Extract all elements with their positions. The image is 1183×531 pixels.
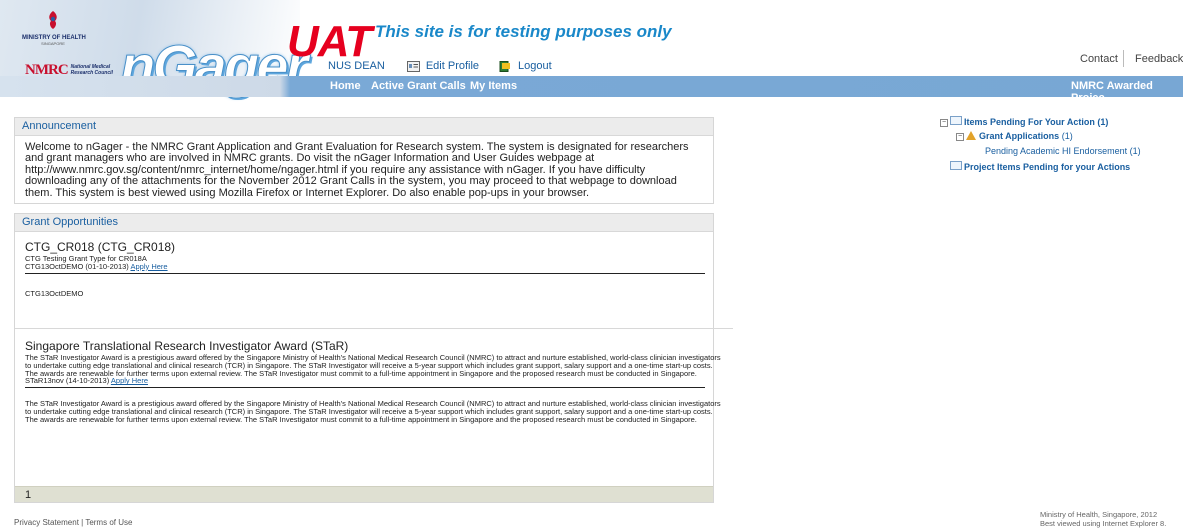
- footer-links: Privacy Statement | Terms of Use: [14, 518, 132, 527]
- warning-folder-icon: [966, 131, 976, 140]
- project-items-label[interactable]: Project Items Pending for your Actions: [964, 162, 1130, 172]
- nav-home[interactable]: Home: [330, 80, 361, 92]
- grant-title: Singapore Translational Research Investi…: [25, 339, 349, 353]
- footer-info: Ministry of Health, Singapore, 2012 Best…: [1040, 510, 1167, 528]
- pagination: 1: [15, 486, 713, 502]
- announcement-title: Announcement: [15, 118, 713, 136]
- announcement-body: Welcome to nGager - the NMRC Grant Appli…: [25, 141, 689, 199]
- announcement-panel: Announcement Welcome to nGager - the NMR…: [14, 117, 714, 204]
- terms-of-use-link[interactable]: Terms of Use: [85, 518, 132, 527]
- uat-note: This site is for testing purposes only: [375, 22, 672, 41]
- grant-item: Singapore Translational Research Investi…: [15, 328, 733, 487]
- envelope-icon: [950, 116, 962, 125]
- contact-link[interactable]: Contact: [1080, 53, 1118, 65]
- best-viewed-text: Best viewed using Internet Explorer 8.: [1040, 518, 1167, 528]
- pending-endorsement-label[interactable]: Pending Academic HI Endorsement (1): [985, 146, 1141, 156]
- envelope-icon: [950, 161, 962, 170]
- grant-call: CTG13OctDEMO (01-10-2013): [25, 261, 129, 271]
- moh-emblem-icon: [49, 11, 57, 29]
- edit-profile-link[interactable]: Edit Profile: [426, 60, 479, 72]
- divider: [25, 387, 705, 389]
- grant-item: CTG_CR018 (CTG_CR018) CTG Testing Grant …: [15, 232, 733, 340]
- user-bar: NUS DEAN Edit Profile Logout: [328, 60, 552, 72]
- nav-nmrc-awarded-projects[interactable]: NMRC Awarded Projec: [1071, 80, 1183, 104]
- grant-opportunities-panel: Grant Opportunities CTG_CR018 (CTG_CR018…: [14, 213, 733, 503]
- tree-item-items-pending[interactable]: − Items Pending For Your Action (1): [940, 116, 1108, 127]
- feedback-link[interactable]: Feedback: [1135, 53, 1183, 65]
- page-number[interactable]: 1: [25, 489, 31, 501]
- tree-item-project-items[interactable]: Project Items Pending for your Actions: [950, 161, 1130, 172]
- collapse-toggle-icon[interactable]: −: [940, 119, 948, 127]
- moh-logo: MINISTRY OF HEALTH SINGAPORE: [22, 10, 86, 46]
- grant-opportunities-title: Grant Opportunities: [15, 214, 713, 232]
- grant-applications-count: (1): [1061, 131, 1073, 141]
- logout-link[interactable]: Logout: [518, 60, 552, 72]
- collapse-toggle-icon[interactable]: −: [956, 133, 964, 141]
- grant-description: The STaR Investigator Award is a prestig…: [25, 399, 721, 424]
- main-nav: Home Active Grant Calls My Items NMRC Aw…: [0, 76, 1183, 104]
- divider: [25, 272, 705, 274]
- grant-call-line: CTG13OctDEMO (01-10-2013) Apply Here: [25, 261, 723, 271]
- grant-call: STaR13nov (14-10-2013): [25, 376, 110, 386]
- grant-applications-label[interactable]: Grant Applications: [979, 131, 1059, 141]
- items-pending-label[interactable]: Items Pending For Your Action (1): [964, 117, 1108, 127]
- grant-title: CTG_CR018 (CTG_CR018): [25, 240, 176, 254]
- nav-my-items[interactable]: My Items: [470, 80, 517, 92]
- header: MINISTRY OF HEALTH SINGAPORE NMRC Nationa…: [0, 0, 1183, 104]
- nav-active-grant-calls[interactable]: Active Grant Calls: [371, 80, 466, 92]
- logout-door-icon[interactable]: [499, 60, 512, 72]
- grant-subtitle: The STaR Investigator Award is a prestig…: [25, 353, 721, 378]
- user-name: NUS DEAN: [328, 60, 385, 72]
- grant-description: CTG13OctDEMO: [25, 288, 84, 298]
- footer-separator: |: [81, 518, 84, 527]
- privacy-statement-link[interactable]: Privacy Statement: [14, 518, 79, 527]
- profile-card-icon[interactable]: [406, 60, 420, 72]
- grant-call-line: STaR13nov (14-10-2013) Apply Here: [25, 377, 723, 385]
- apply-here-link[interactable]: Apply Here: [111, 376, 148, 385]
- header-divider: [1123, 50, 1124, 67]
- tree-item-pending-endorsement[interactable]: Pending Academic HI Endorsement (1): [985, 146, 1141, 156]
- moh-logo-sub: SINGAPORE: [41, 41, 65, 46]
- tree-item-grant-applications[interactable]: − Grant Applications (1): [956, 131, 1073, 141]
- apply-here-link[interactable]: Apply Here: [130, 262, 167, 271]
